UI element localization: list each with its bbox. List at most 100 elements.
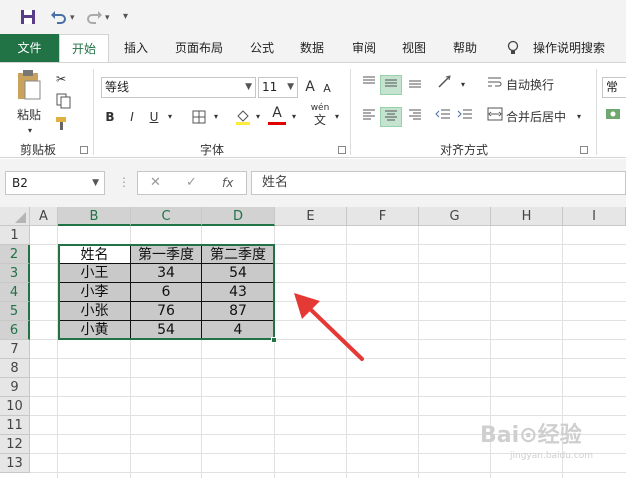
align-top-icon[interactable] [360,75,378,95]
cancel-icon[interactable]: ✕ [150,172,161,194]
column-header-i[interactable]: I [563,207,626,226]
row-header-4[interactable]: 4 [0,283,30,302]
column-header-b[interactable]: B [58,207,131,226]
tab-file[interactable]: 文件 [0,34,59,62]
align-middle-icon[interactable] [380,75,402,95]
tell-me-search[interactable]: 操作说明搜索 [527,34,611,62]
tab-page-layout[interactable]: 页面布局 [165,34,233,62]
row-header-1[interactable]: 1 [0,226,30,245]
tab-formulas[interactable]: 公式 [240,34,284,62]
formula-input[interactable]: 姓名 [251,171,626,195]
cut-icon[interactable]: ✂ [52,69,70,89]
row-header-8[interactable]: 8 [0,359,30,378]
paste-dropdown-icon[interactable]: ▾ [24,121,36,141]
borders-icon[interactable] [190,107,208,127]
column-header-d[interactable]: D [202,207,275,226]
name-box-value: B2 [12,176,28,190]
font-size-value: 11 [262,80,278,94]
row-header-5[interactable]: 5 [0,302,30,321]
row-header-6[interactable]: 6 [0,321,30,340]
wrap-text-button[interactable]: 自动换行 [506,75,570,95]
align-right-icon[interactable] [406,107,424,127]
customize-qat-icon[interactable]: ▾ [123,11,128,22]
decrease-indent-icon[interactable] [434,107,452,127]
orientation-dropdown-icon[interactable]: ▾ [458,75,468,95]
row-header-9[interactable]: 9 [0,378,30,397]
phonetic-guide-icon[interactable]: wén 文 [308,103,332,127]
column-header-f[interactable]: F [347,207,419,226]
underline-button[interactable]: U [146,107,162,127]
borders-dropdown-icon[interactable]: ▾ [210,107,222,127]
format-painter-icon[interactable] [52,115,72,135]
font-color-icon[interactable]: A [268,105,286,125]
formula-bar: B2 ▼ ⋮ ✕ ✓ fx 姓名 [0,159,626,207]
chevron-down-icon: ▼ [245,82,252,92]
column-header-h[interactable]: H [491,207,563,226]
watermark-logo: Bai⊙经验 [480,423,582,448]
fill-handle[interactable] [271,337,277,343]
row-header-13[interactable]: 13 [0,454,30,473]
column-header-e[interactable]: E [275,207,347,226]
insert-function-icon[interactable]: fx [222,172,233,194]
row-header-12[interactable]: 12 [0,435,30,454]
tab-data[interactable]: 数据 [290,34,334,62]
select-all-corner[interactable] [0,207,30,226]
orientation-icon[interactable] [434,75,456,95]
copy-icon[interactable] [52,93,76,113]
undo-icon[interactable] [50,9,68,29]
merge-dropdown-icon[interactable]: ▾ [574,107,584,127]
row-header-10[interactable]: 10 [0,397,30,416]
merge-center-icon[interactable] [486,107,504,127]
grow-font-icon[interactable]: A [302,77,318,97]
wrap-text-icon[interactable] [486,75,504,95]
fill-color-dropdown-icon[interactable]: ▾ [252,107,264,127]
phonetic-dropdown-icon[interactable]: ▾ [332,107,342,127]
font-size-combo[interactable]: 11 ▼ [258,77,298,98]
increase-indent-icon[interactable] [456,107,474,127]
phonetic-pinyin: wén [310,103,330,113]
redo-dropdown-icon[interactable]: ▾ [105,13,110,23]
redo-icon[interactable] [85,9,103,29]
tab-home[interactable]: 开始 [59,34,109,63]
column-header-a[interactable]: A [30,207,58,226]
currency-format-icon[interactable] [604,107,622,127]
row-header-2[interactable]: 2 [0,245,30,264]
bold-button[interactable]: B [102,107,118,127]
clipboard-launcher-icon[interactable] [80,146,88,154]
font-name-value: 等线 [105,80,130,94]
row-header-7[interactable]: 7 [0,340,30,359]
paste-icon[interactable] [14,69,44,103]
font-name-combo[interactable]: 等线 ▼ [101,77,256,98]
tab-insert[interactable]: 插入 [113,34,159,62]
column-header-c[interactable]: C [131,207,202,226]
name-box[interactable]: B2 ▼ [5,171,105,195]
font-color-dropdown-icon[interactable]: ▾ [288,107,300,127]
row-header-3[interactable]: 3 [0,264,30,283]
underline-dropdown-icon[interactable]: ▾ [164,107,176,127]
row-header-11[interactable]: 11 [0,416,30,435]
selection-outline [58,244,275,340]
italic-button[interactable]: I [124,107,140,127]
column-header-g[interactable]: G [419,207,491,226]
save-icon[interactable] [20,9,36,29]
align-left-icon[interactable] [360,107,378,127]
tab-view[interactable]: 视图 [392,34,436,62]
tab-help[interactable]: 帮助 [443,34,487,62]
number-format-value: 常规 [606,80,619,94]
font-launcher-icon[interactable] [338,146,346,154]
worksheet-grid[interactable]: A B C D E F G H I 1 2 3 4 5 6 7 8 9 10 1… [0,207,626,478]
chevron-down-icon: ▼ [287,82,294,92]
ribbon: 粘贴 ▾ ✂ 剪贴板 等线 ▼ 11 ▼ A A B I U ▾ ▾ ▾ A ▾… [0,62,626,158]
tab-review[interactable]: 审阅 [342,34,386,62]
merge-center-button[interactable]: 合并后居中 [506,107,570,127]
align-bottom-icon[interactable] [406,75,424,95]
fill-color-icon[interactable] [234,107,252,127]
align-center-icon[interactable] [380,107,402,127]
quick-access-toolbar: ▾ ▾ ▾ [0,0,626,34]
undo-dropdown-icon[interactable]: ▾ [70,13,75,23]
shrink-font-icon[interactable]: A [320,79,334,99]
number-format-combo[interactable]: 常规 [602,77,626,98]
alignment-launcher-icon[interactable] [580,146,588,154]
more-options-icon[interactable]: ⋮ [118,175,130,189]
enter-icon[interactable]: ✓ [186,172,197,194]
